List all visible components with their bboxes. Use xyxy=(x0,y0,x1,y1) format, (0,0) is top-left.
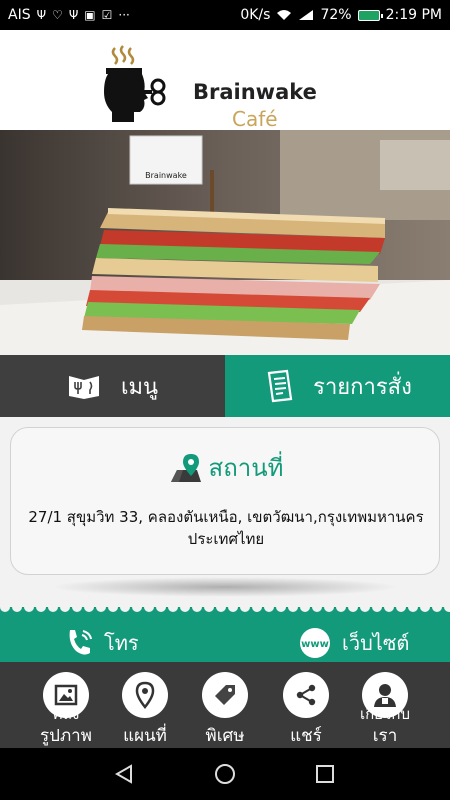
check-icon: ☑ xyxy=(101,8,113,22)
nav-share-label: แชร์ xyxy=(290,726,322,746)
net-speed: 0K/s xyxy=(240,7,271,23)
www-globe-icon: www xyxy=(300,628,330,658)
svg-text:www: www xyxy=(301,639,329,650)
brand-subtitle: Café xyxy=(232,107,278,131)
location-address: 27/1 สุขุมวิท 33, คลองตันเหนือ, เขตวัฒนา… xyxy=(11,506,441,550)
wifi-icon xyxy=(277,10,292,20)
battery-icon xyxy=(357,9,383,21)
recent-apps-icon[interactable] xyxy=(315,764,335,784)
brand-name: Brainwake xyxy=(193,80,317,104)
price-tag-icon xyxy=(202,672,248,718)
heart-pulse-icon: ♡ xyxy=(52,8,63,22)
status-bar: AIS Ψ ♡ Ψ ▣ ☑ ··· 0K/s 72% 2:19 PM xyxy=(0,0,450,30)
scallop-divider xyxy=(0,607,450,612)
nav-share[interactable]: แชร์ xyxy=(266,670,346,748)
more-icon: ··· xyxy=(118,8,130,22)
image-icon: ▣ xyxy=(84,8,96,22)
nav-about-label: เรา xyxy=(372,726,398,746)
location-card[interactable]: สถานที่ 27/1 สุขุมวิท 33, คลองตันเหนือ, … xyxy=(10,427,440,575)
contact-bar: โทร www เว็บไซต์ xyxy=(0,607,450,662)
card-shadow xyxy=(50,577,400,597)
carrier-label: AIS xyxy=(8,7,31,23)
receipt-icon xyxy=(267,369,293,403)
nav-photos-label: รูปภาพ xyxy=(40,726,92,746)
website-button[interactable]: www เว็บไซต์ xyxy=(296,627,409,659)
address-line-1: 27/1 สุขุมวิท 33, คลองตันเหนือ, เขตวัฒนา… xyxy=(28,508,424,526)
tab-menu[interactable]: เมนู xyxy=(0,355,225,417)
tab-order-list[interactable]: รายการสั่ง xyxy=(225,355,450,417)
nav-special[interactable]: พิเศษ xyxy=(185,670,265,748)
svg-text:Brainwake: Brainwake xyxy=(145,171,187,180)
address-line-2: ประเทศไทย xyxy=(187,530,265,548)
phone-icon xyxy=(69,630,92,655)
back-icon[interactable] xyxy=(114,764,134,784)
tab-menu-label: เมนู xyxy=(120,374,159,400)
clock: 2:19 PM xyxy=(385,7,442,23)
battery-percent: 72% xyxy=(320,7,352,23)
location-title: สถานที่ xyxy=(11,448,441,487)
call-button[interactable]: โทร xyxy=(64,627,139,659)
nav-map[interactable]: แผนที่ xyxy=(105,670,185,748)
nav-map-label: แผนที่ xyxy=(123,726,167,746)
bottom-nav: คลัง รูปภาพ แผนที่ พิเศษ แชร์ เกี่ยวกับ … xyxy=(0,662,450,748)
tab-order-label: รายการสั่ง xyxy=(313,374,412,400)
usb-icon: Ψ xyxy=(36,8,47,22)
main-tabs: เมนู รายการสั่ง xyxy=(0,355,450,417)
map-marker-icon xyxy=(122,672,168,718)
nav-about[interactable]: เกี่ยวกับ เรา xyxy=(345,670,425,748)
share-icon xyxy=(283,672,329,718)
usb-icon: Ψ xyxy=(68,8,79,22)
nav-special-label: พิเศษ xyxy=(205,726,245,746)
nav-photos[interactable]: คลัง รูปภาพ xyxy=(26,670,106,748)
menu-book-icon xyxy=(68,376,99,399)
app-header: Brainwake Café xyxy=(0,30,450,131)
map-pin-icon xyxy=(170,453,201,482)
call-label: โทร xyxy=(104,631,139,655)
system-nav-bar xyxy=(0,748,450,800)
hero-sandwich-image: Brainwake xyxy=(0,130,450,355)
brainwake-logo-icon xyxy=(104,45,166,122)
location-title-text: สถานที่ xyxy=(208,454,284,482)
website-label: เว็บไซต์ xyxy=(342,631,410,655)
home-icon[interactable] xyxy=(214,763,236,785)
signal-icon xyxy=(299,10,314,20)
location-section: สถานที่ 27/1 สุขุมวิท 33, คลองตันเหนือ, … xyxy=(0,417,450,607)
